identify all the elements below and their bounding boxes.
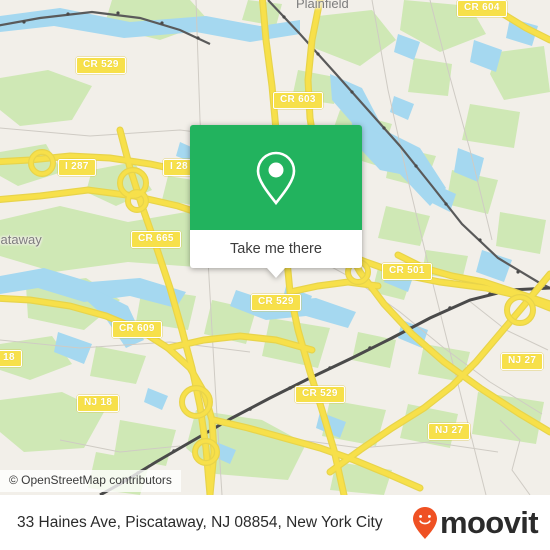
footer-bar: 33 Haines Ave, Piscataway, NJ 08854, New… [0,495,550,550]
moovit-smiley-pin-icon [412,506,437,539]
road-shield-cr529-north[interactable]: CR 529 [76,57,126,74]
popup-pointer-tail [267,268,285,278]
road-shield-cr604[interactable]: CR 604 [457,0,507,17]
map-canvas[interactable]: Plainfield cataway CR 529 CR 603 CR 604 … [0,0,550,495]
road-shield-cr609[interactable]: CR 609 [112,321,162,338]
city-label-piscataway: cataway [0,232,42,247]
road-shield-cr529-mid[interactable]: CR 529 [251,294,301,311]
popup-action-row[interactable]: Take me there [190,230,362,268]
location-popup-card[interactable]: Take me there [190,125,362,278]
road-shield-cr529-south[interactable]: CR 529 [295,386,345,403]
map-pin-icon [256,151,296,205]
road-shield-cr501[interactable]: CR 501 [382,263,432,280]
take-me-there-label: Take me there [230,241,322,257]
map-screen: Plainfield cataway CR 529 CR 603 CR 604 … [0,0,550,550]
road-shield-nj18-clipped[interactable]: I 18 [0,350,22,367]
popup-header [190,125,362,230]
road-shield-cr603[interactable]: CR 603 [273,92,323,109]
moovit-wordmark: moovit [439,505,539,540]
road-shield-i287[interactable]: I 287 [58,159,96,176]
road-shield-cr665[interactable]: CR 665 [131,231,181,248]
road-shield-nj27-east[interactable]: NJ 27 [501,353,544,370]
address-text: 33 Haines Ave, Piscataway, NJ 08854, New… [17,513,383,531]
road-shield-nj27-south[interactable]: NJ 27 [428,423,471,440]
city-label-plainfield: Plainfield [296,0,349,11]
road-shield-nj18[interactable]: NJ 18 [77,395,120,412]
moovit-logo[interactable]: moovit [412,505,539,540]
osm-attribution[interactable]: © OpenStreetMap contributors [0,470,181,492]
